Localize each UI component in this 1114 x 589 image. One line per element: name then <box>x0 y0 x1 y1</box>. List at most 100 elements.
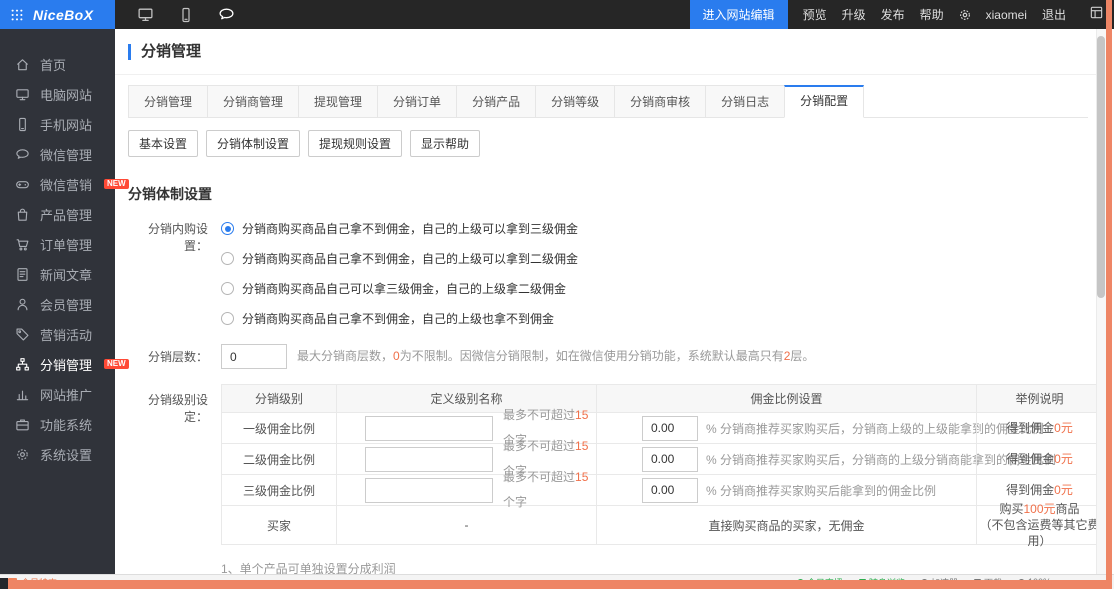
notes: 1、单个产品可单独设置分成利润 2、所有分销利润由商家（自己）统一发放 <box>221 559 1096 574</box>
upgrade-link[interactable]: 升级 <box>842 6 866 23</box>
inner-purchase-label: 分销内购设置： <box>128 220 221 340</box>
sidebar-item-product-management[interactable]: 产品管理 <box>0 199 115 229</box>
settings-gear-icon[interactable] <box>958 8 972 22</box>
sidebar-item-member-management[interactable]: 会员管理 <box>0 289 115 319</box>
sidebar-item-label: 手机网站 <box>40 115 92 134</box>
sidebar-item-label: 产品管理 <box>40 205 92 224</box>
home-icon <box>15 57 30 72</box>
help-link[interactable]: 帮助 <box>920 6 944 23</box>
levels-input[interactable] <box>221 344 287 369</box>
gear-icon <box>15 447 30 462</box>
level2-name-input[interactable] <box>365 447 493 472</box>
radio-unchecked-icon <box>221 282 234 295</box>
sidebar-item-distribution-management[interactable]: 分销管理 NEW <box>0 349 115 379</box>
btn-show-help[interactable]: 显示帮助 <box>410 130 480 157</box>
sidebar-item-wechat-management[interactable]: 微信管理 <box>0 139 115 169</box>
tab-distribution-levels[interactable]: 分销等级 <box>535 85 615 118</box>
radio-option-4[interactable]: 分销商购买商品自己拿不到佣金，自己的上级也拿不到佣金 <box>221 310 578 327</box>
name-cell: 最多不可超过15个字 <box>336 475 596 505</box>
col-header-level: 分销级别 <box>222 385 336 412</box>
radio-option-2[interactable]: 分销商购买商品自己拿不到佣金，自己的上级可以拿到二级佣金 <box>221 250 578 267</box>
page-title-row: 分销管理 <box>115 29 1096 75</box>
tab-distributor-review[interactable]: 分销商审核 <box>614 85 706 118</box>
tab-withdrawal-management[interactable]: 提现管理 <box>298 85 378 118</box>
sidebar-item-mobile-site[interactable]: 手机网站 <box>0 109 115 139</box>
note-line: 1、单个产品可单独设置分成利润 <box>221 559 1096 574</box>
panel-icon[interactable] <box>1089 5 1104 20</box>
radio-option-3[interactable]: 分销商购买商品自己可以拿三级佣金，自己的上级拿二级佣金 <box>221 280 578 297</box>
level-name: 一级佣金比例 <box>222 413 336 443</box>
sidebar-item-system-settings[interactable]: 系统设置 <box>0 439 115 469</box>
rate-cell: % 分销商推荐买家购买后，分销商上级的上级能拿到的佣金比例 <box>596 413 976 443</box>
enter-site-editor-button[interactable]: 进入网站编辑 <box>690 0 788 29</box>
radio-label: 分销商购买商品自己拿不到佣金，自己的上级可以拿到二级佣金 <box>242 250 578 267</box>
grade-table: 分销级别 定义级别名称 佣金比例设置 举例说明 一级佣金比例 最多不可超过15个… <box>221 384 1096 545</box>
preview-link[interactable]: 预览 <box>803 6 827 23</box>
tab-distribution-logs[interactable]: 分销日志 <box>705 85 785 118</box>
sidebar-item-order-management[interactable]: 订单管理 <box>0 229 115 259</box>
btn-distribution-system-settings[interactable]: 分销体制设置 <box>206 130 300 157</box>
btn-withdrawal-rules[interactable]: 提现规则设置 <box>308 130 402 157</box>
publish-link[interactable]: 发布 <box>881 6 905 23</box>
table-row-level3: 三级佣金比例 最多不可超过15个字 % 分销商推荐买家购买后能拿到的佣金比例 得… <box>222 474 1096 505</box>
page-title: 分销管理 <box>128 44 201 60</box>
sidebar-item-news-articles[interactable]: 新闻文章 <box>0 259 115 289</box>
radio-group: 分销商购买商品自己拿不到佣金，自己的上级可以拿到三级佣金 分销商购买商品自己拿不… <box>221 220 578 340</box>
orange-highlight-bar-right <box>1106 0 1112 589</box>
sidebar-item-marketing-activities[interactable]: 营销活动 <box>0 319 115 349</box>
sidebar-item-wechat-marketing[interactable]: 微信营销 NEW <box>0 169 115 199</box>
tab-distribution-orders[interactable]: 分销订单 <box>377 85 457 118</box>
device-preview-icons <box>137 6 235 23</box>
section-heading-system: 分销体制设置 <box>128 184 1096 204</box>
btn-basic-settings[interactable]: 基本设置 <box>128 130 198 157</box>
orange-highlight-bar-bottom <box>8 580 1106 589</box>
logo-block[interactable]: NiceBoX <box>0 0 115 29</box>
rate-desc: % 分销商推荐买家购买后能拿到的佣金比例 <box>706 482 936 499</box>
level-name: 买家 <box>222 506 336 544</box>
username[interactable]: xiaomei <box>986 8 1027 22</box>
tab-distributor-management[interactable]: 分销商管理 <box>207 85 299 118</box>
buyer-name-cell: - <box>336 506 596 544</box>
table-row-level1: 一级佣金比例 最多不可超过15个字 % 分销商推荐买家购买后，分销商上级的上级能… <box>222 412 1096 443</box>
sidebar-item-home[interactable]: 首页 <box>0 49 115 79</box>
sidebar-item-pc-site[interactable]: 电脑网站 <box>0 79 115 109</box>
tag-icon <box>15 327 30 342</box>
desktop-preview-icon[interactable] <box>137 6 154 23</box>
example-cell: 得到佣金0元 <box>976 444 1096 474</box>
logo-text: NiceBoX <box>33 7 93 23</box>
sidebar-item-site-promotion[interactable]: 网站推广 <box>0 379 115 409</box>
sidebar-item-label: 微信管理 <box>40 145 92 164</box>
org-chart-icon <box>15 357 30 372</box>
grade-table-header: 分销级别 定义级别名称 佣金比例设置 举例说明 <box>222 385 1096 412</box>
level1-rate-input[interactable] <box>642 416 698 441</box>
rate-cell: % 分销商推荐买家购买后能拿到的佣金比例 <box>596 475 976 505</box>
radio-option-1[interactable]: 分销商购买商品自己拿不到佣金，自己的上级可以拿到三级佣金 <box>221 220 578 237</box>
radio-checked-icon <box>221 222 234 235</box>
grade-label: 分销级别设定： <box>128 384 221 545</box>
sidebar-item-label: 系统设置 <box>40 445 92 464</box>
cart-icon <box>15 237 30 252</box>
mobile-preview-icon[interactable] <box>178 7 194 23</box>
level1-name-input[interactable] <box>365 416 493 441</box>
topbar-right: 进入网站编辑 预览 升级 发布 帮助 xiaomei 退出 <box>690 0 1066 29</box>
col-header-rate: 佣金比例设置 <box>596 385 976 412</box>
sidebar-item-label: 营销活动 <box>40 325 92 344</box>
radio-unchecked-icon <box>221 252 234 265</box>
logout-link[interactable]: 退出 <box>1042 6 1066 23</box>
level2-rate-input[interactable] <box>642 447 698 472</box>
sidebar: 首页 电脑网站 手机网站 微信管理 微信营销 NEW 产品管理 订单 <box>0 29 115 574</box>
tab-distribution-management[interactable]: 分销管理 <box>128 85 208 118</box>
tabs-bar: 分销管理 分销商管理 提现管理 分销订单 分销产品 分销等级 分销商审核 分销日… <box>128 85 1088 118</box>
tab-distribution-products[interactable]: 分销产品 <box>456 85 536 118</box>
level3-rate-input[interactable] <box>642 478 698 503</box>
scrollbar-thumb[interactable] <box>1097 36 1105 298</box>
desktop-icon <box>15 87 30 102</box>
sidebar-item-function-system[interactable]: 功能系统 <box>0 409 115 439</box>
new-badge: NEW <box>104 359 129 370</box>
level3-name-input[interactable] <box>365 478 493 503</box>
table-row-buyer: 买家 - 直接购买商品的买家，无佣金 购买100元商品 （不包含运费等其它费用） <box>222 505 1096 544</box>
wechat-preview-icon[interactable] <box>218 6 235 23</box>
grade-setting-row: 分销级别设定： 分销级别 定义级别名称 佣金比例设置 举例说明 一级佣金比例 最… <box>128 384 1096 545</box>
tab-distribution-config[interactable]: 分销配置 <box>784 85 864 118</box>
apps-grid-icon <box>10 8 24 22</box>
